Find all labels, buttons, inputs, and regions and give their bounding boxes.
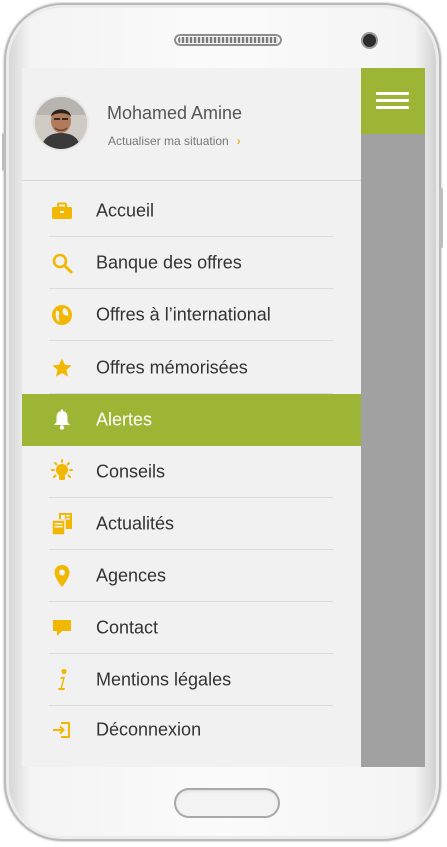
- globe-icon: [48, 301, 76, 329]
- menu-label: Accueil: [96, 200, 155, 221]
- menu-item-alertes[interactable]: Alertes: [22, 394, 361, 446]
- news-icon: [48, 510, 76, 538]
- map-pin-icon: [48, 562, 76, 590]
- info-icon: [48, 666, 76, 694]
- hamburger-icon-line: [376, 99, 409, 102]
- user-name: Mohamed Amine: [107, 103, 243, 123]
- menu-label: Banque des offres: [96, 252, 242, 273]
- menu-label: Contact: [96, 617, 159, 638]
- menu-item-mentions-legales[interactable]: Mentions légales: [22, 654, 361, 706]
- volume-button: [2, 133, 6, 171]
- menu-label: Conseils: [96, 461, 166, 482]
- briefcase-icon: [48, 197, 76, 225]
- menu-item-agences[interactable]: Agences: [22, 550, 361, 602]
- menu-item-contact[interactable]: Contact: [22, 602, 361, 654]
- logout-icon: [48, 716, 76, 744]
- menu-label: Alertes: [96, 409, 153, 430]
- front-camera: [363, 34, 376, 47]
- home-button[interactable]: [174, 788, 280, 818]
- menu-label: Déconnexion: [96, 719, 202, 740]
- update-status-link[interactable]: Actualiser ma situation ›: [108, 134, 241, 148]
- menu-item-conseils[interactable]: Conseils: [22, 446, 361, 498]
- divider: [49, 340, 333, 341]
- content-overlay[interactable]: [361, 68, 425, 767]
- lightbulb-icon: [48, 458, 76, 486]
- hamburger-icon: [376, 92, 409, 95]
- update-status-label: Actualiser ma situation: [108, 134, 229, 148]
- menu-toggle-button[interactable]: [361, 68, 425, 134]
- profile-header: Mohamed Amine Actualiser ma situation ›: [22, 68, 361, 181]
- menu-label: Mentions légales: [96, 669, 232, 690]
- search-icon: [48, 249, 76, 277]
- chat-icon: [48, 614, 76, 642]
- menu-item-offres-international[interactable]: Offres à l’international: [22, 289, 361, 341]
- star-icon: [48, 354, 76, 382]
- chevron-right-icon: ›: [236, 134, 241, 148]
- speaker-grille: [174, 34, 282, 46]
- hamburger-icon-line: [376, 106, 409, 109]
- menu-item-accueil[interactable]: Accueil: [22, 185, 361, 237]
- menu-item-banque-des-offres[interactable]: Banque des offres: [22, 237, 361, 289]
- menu-item-offres-memorisees[interactable]: Offres mémorisées: [22, 342, 361, 394]
- menu-label: Actualités: [96, 513, 175, 534]
- bell-icon: [48, 406, 76, 434]
- app-screen: Mohamed Amine Actualiser ma situation › A…: [22, 68, 425, 767]
- menu-label: Offres mémorisées: [96, 357, 248, 378]
- menu-item-actualites[interactable]: Actualités: [22, 498, 361, 550]
- menu-item-deconnexion[interactable]: Déconnexion: [22, 704, 361, 756]
- menu-label: Agences: [96, 565, 167, 586]
- menu-label: Offres à l’international: [96, 304, 271, 325]
- avatar[interactable]: [35, 97, 87, 149]
- power-button: [439, 188, 443, 248]
- navigation-drawer: Mohamed Amine Actualiser ma situation › A…: [22, 68, 361, 767]
- avatar-photo-icon: [35, 97, 87, 149]
